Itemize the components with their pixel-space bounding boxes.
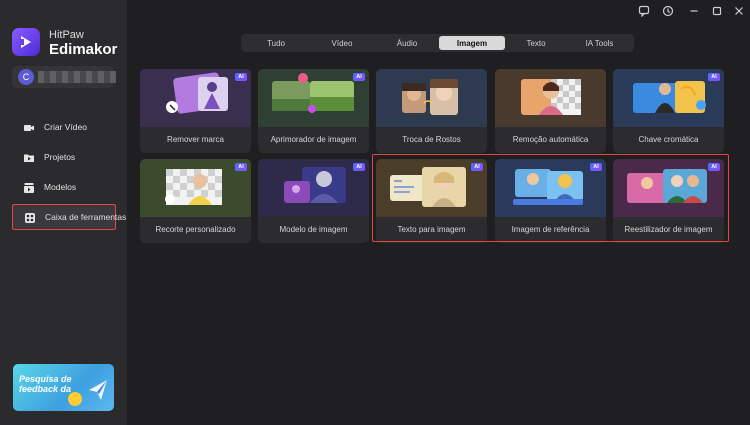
tab-texto[interactable]: Texto	[505, 36, 567, 50]
tab-imagem[interactable]: Imagem	[439, 36, 505, 50]
sidebar-item-label: Modelos	[44, 182, 77, 192]
template-icon	[23, 181, 35, 193]
user-account[interactable]: C	[12, 66, 116, 88]
toolbox-icon	[24, 211, 36, 223]
tool-card-label: Remover marca	[167, 135, 224, 144]
user-name-blurred	[38, 71, 116, 83]
tool-card-label: Chave cromática	[638, 135, 699, 144]
ai-badge: AI	[235, 163, 247, 171]
tab-video[interactable]: Vídeo	[309, 36, 375, 50]
settings-icon[interactable]	[662, 5, 674, 17]
minimize-icon[interactable]	[688, 5, 700, 17]
tool-card-chave-cromatica[interactable]: AI Chave cromática	[613, 69, 724, 153]
feedback-text: Pesquisa de feedback da	[19, 374, 72, 394]
highlight-frame	[372, 154, 729, 242]
sidebar-item-criar-video[interactable]: Criar Vídeo	[12, 115, 116, 139]
avatar: C	[18, 69, 34, 85]
tool-card-aprimorador-de-imagem[interactable]: AI Aprimorador de imagem	[258, 69, 369, 153]
tool-card-label: Remoção automática	[512, 135, 589, 144]
tab-tudo[interactable]: Tudo	[243, 36, 309, 50]
sidebar-item-caixa-de-ferramentas[interactable]: Caixa de ferramentas	[12, 204, 126, 230]
ai-badge: AI	[353, 163, 365, 171]
tab-audio[interactable]: Áudio	[375, 36, 439, 50]
ai-badge: AI	[353, 73, 365, 81]
sidebar-item-label: Caixa de ferramentas	[45, 212, 127, 222]
ai-badge: AI	[235, 73, 247, 81]
sidebar-item-projetos[interactable]: Projetos	[12, 145, 116, 169]
feedback-icon[interactable]	[638, 5, 650, 17]
tool-card-label: Modelo de imagem	[279, 225, 348, 234]
category-tabs: Tudo Vídeo Áudio Imagem Texto IA Tools	[241, 34, 634, 52]
ai-badge: AI	[708, 73, 720, 81]
brand-name-main: Edimakor	[49, 41, 118, 58]
tool-card-remocao-automatica[interactable]: Remoção automática	[495, 69, 606, 153]
paper-plane-icon	[89, 380, 107, 400]
emoji-icon	[68, 392, 82, 406]
brand-name-top: HitPaw	[49, 29, 84, 41]
tool-card-recorte-personalizado[interactable]: AI Recorte personalizado	[140, 159, 251, 243]
video-camera-icon	[23, 121, 35, 133]
tool-card-label: Aprimorador de imagem	[270, 135, 357, 144]
feedback-banner[interactable]: Pesquisa de feedback da	[13, 364, 114, 411]
troca-de-rostos-thumbnail	[376, 69, 487, 127]
tool-card-label: Recorte personalizado	[155, 225, 236, 234]
sidebar-item-label: Criar Vídeo	[44, 122, 87, 132]
tool-card-remover-marca[interactable]: AI Remover marca	[140, 69, 251, 153]
close-icon[interactable]	[733, 5, 745, 17]
tool-card-label: Troca de Rostos	[402, 135, 461, 144]
sidebar-item-label: Projetos	[44, 152, 76, 162]
remocao-automatica-thumbnail	[495, 69, 606, 127]
folder-icon	[23, 151, 35, 163]
tool-card-troca-de-rostos[interactable]: Troca de Rostos	[376, 69, 487, 153]
tab-ia-tools[interactable]: IA Tools	[567, 36, 632, 50]
maximize-icon[interactable]	[711, 5, 723, 17]
tool-card-modelo-de-imagem[interactable]: AI Modelo de imagem	[258, 159, 369, 243]
sidebar: HitPaw Edimakor C Criar Vídeo Projetos M…	[0, 0, 127, 425]
app-logo-icon	[12, 28, 40, 56]
sidebar-item-modelos[interactable]: Modelos	[12, 175, 116, 199]
